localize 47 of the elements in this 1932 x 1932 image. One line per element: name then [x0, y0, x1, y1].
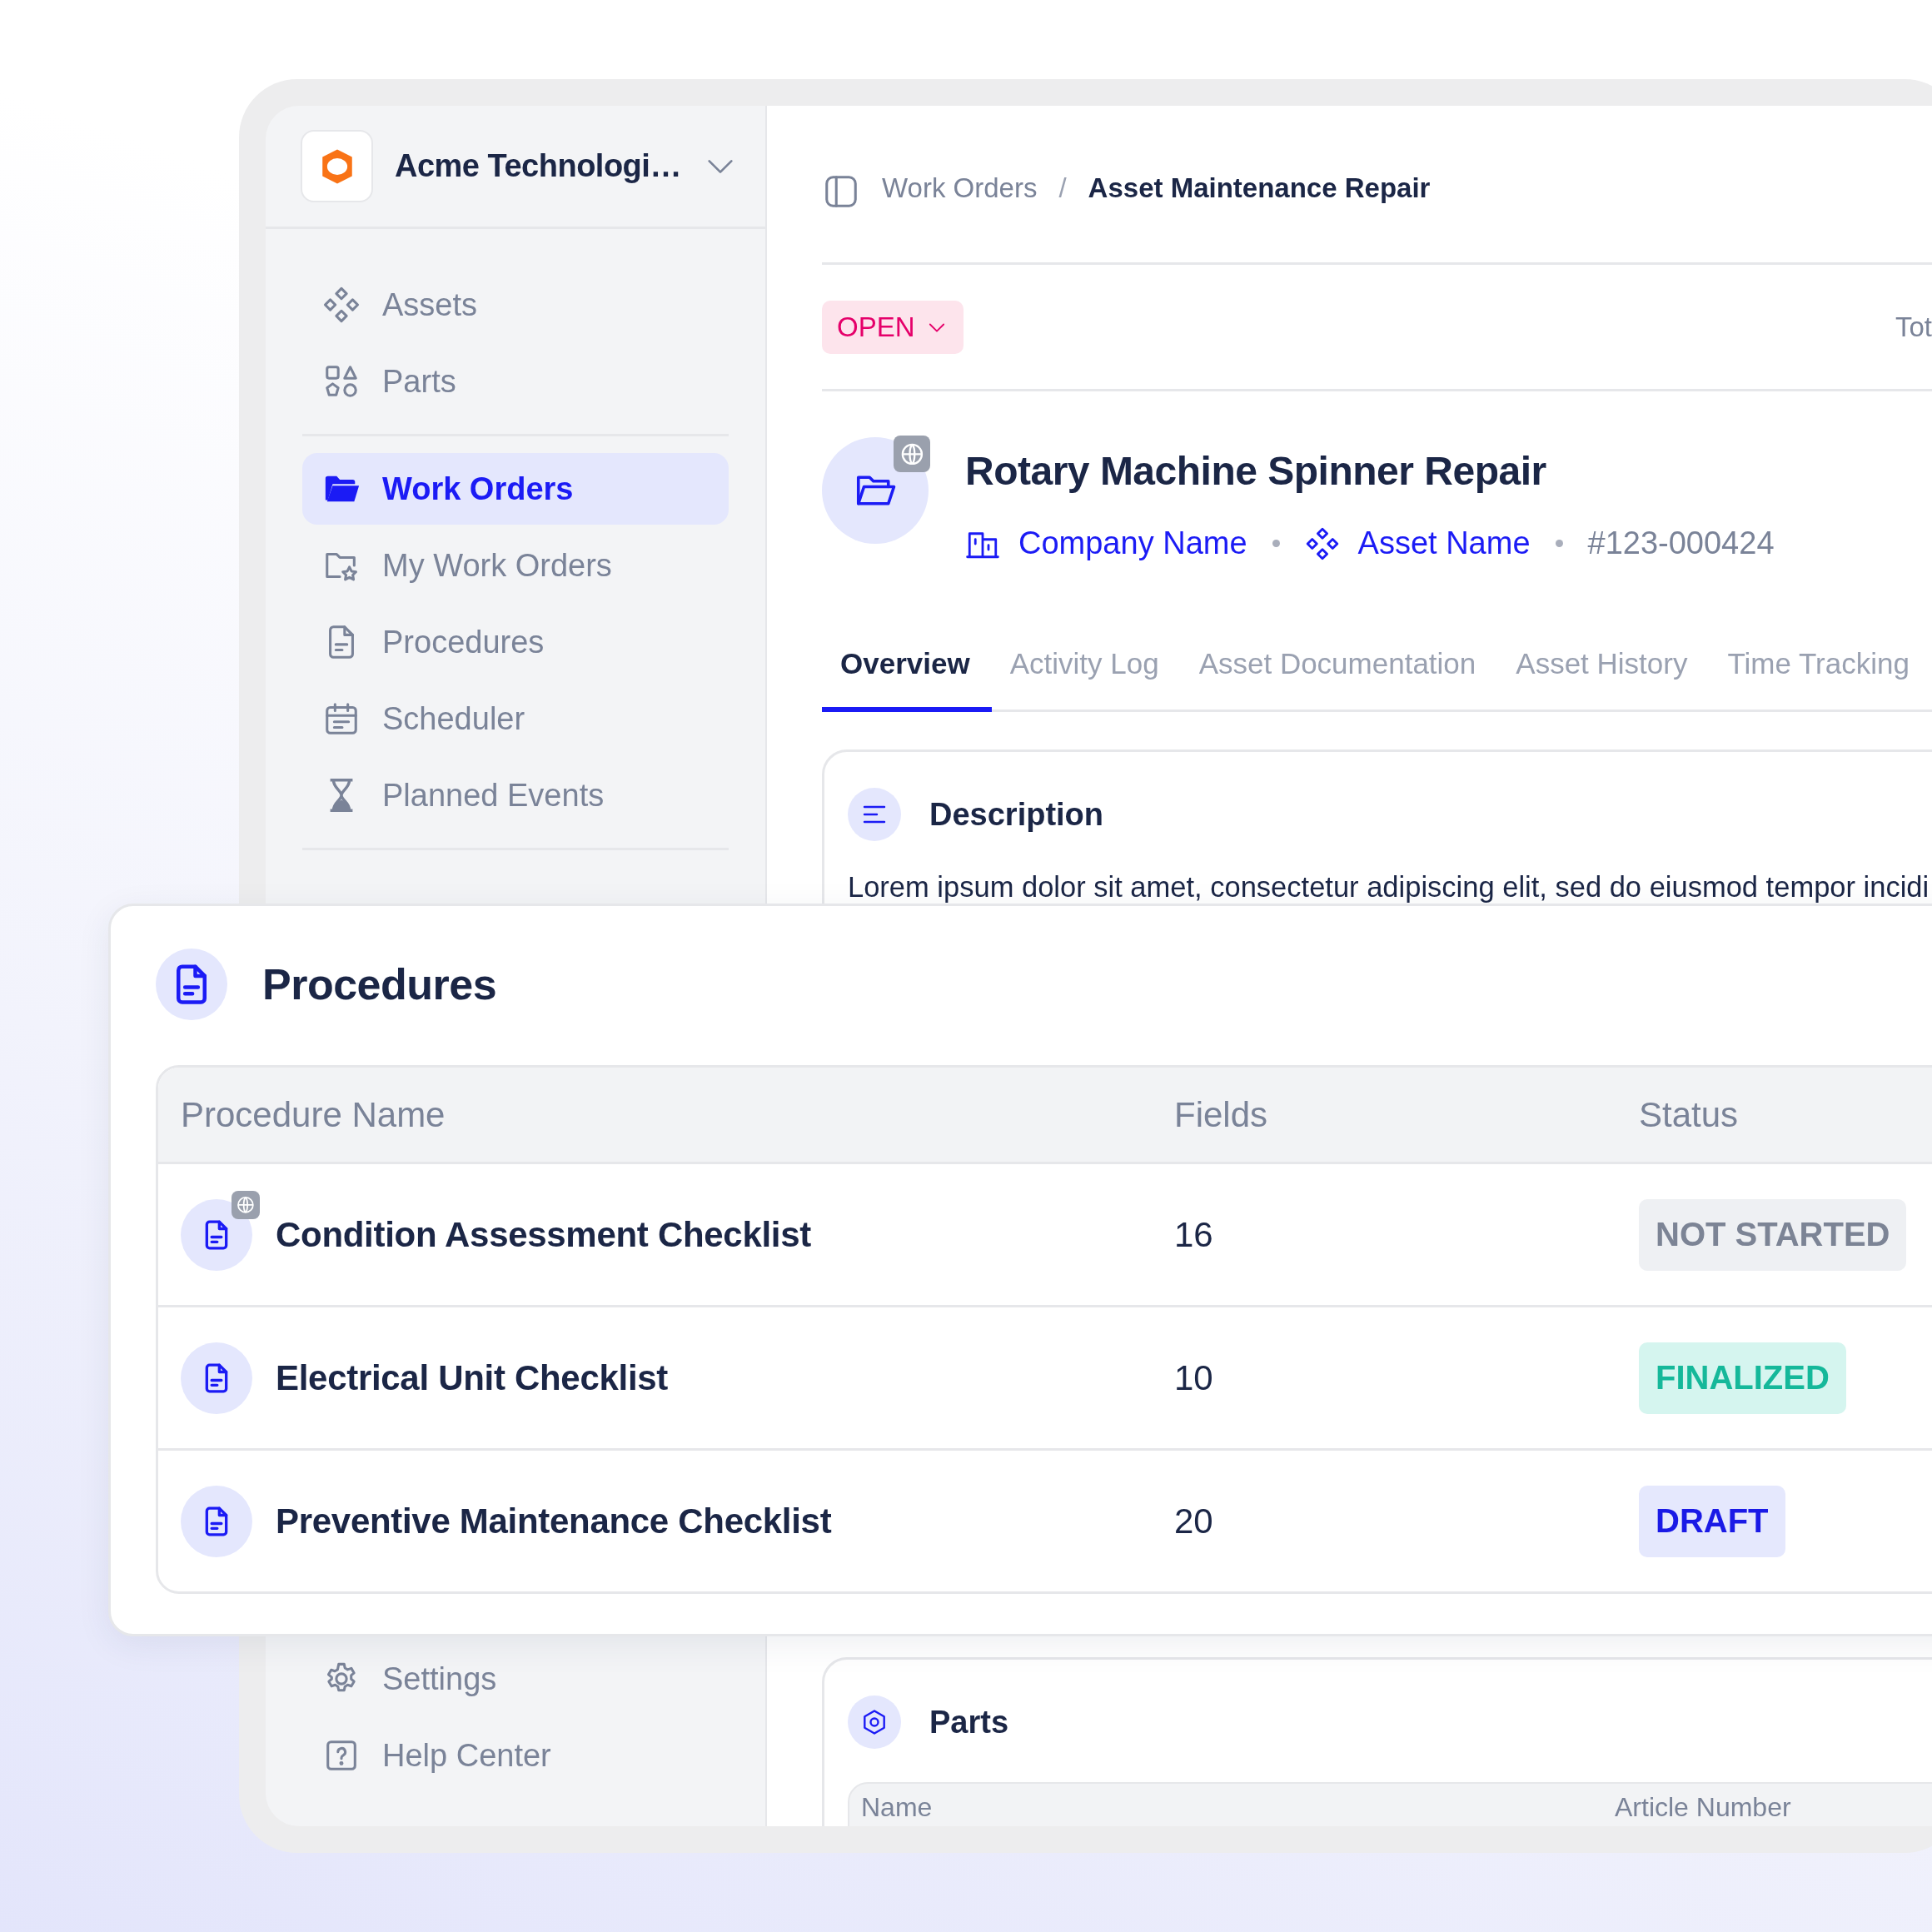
sidebar-item[interactable]: Assets [302, 269, 729, 341]
column-header: Article Number [1615, 1792, 1791, 1824]
procedure-name[interactable]: Preventive Maintenance Checklist [276, 1501, 832, 1541]
tab[interactable]: Asset History [1497, 595, 1710, 712]
organization-name[interactable]: Acme Technologi… [395, 148, 682, 184]
tab[interactable]: Asset Documentation [1180, 595, 1498, 712]
separator-dot [1272, 540, 1280, 547]
breadcrumb-separator: / [1058, 172, 1067, 204]
description-text: Lorem ipsum dolor sit amet, consectetur adipiscing elit, sed do eiusmod tempor incidi [848, 871, 1930, 904]
column-header: Status [1639, 1094, 1740, 1135]
company-link[interactable]: Company Name [1018, 525, 1247, 561]
separator-dot [1555, 540, 1563, 547]
tab[interactable]: Time Tracking [1709, 595, 1931, 712]
sidebar-item[interactable]: My Work Orders [302, 530, 729, 601]
diamonds-icon [322, 286, 361, 324]
card-title: Description [929, 796, 1104, 833]
breadcrumb-link[interactable]: Work Orders [882, 172, 1038, 204]
tab[interactable]: Overview [822, 595, 992, 712]
diamonds-icon [1304, 525, 1340, 561]
sidebar-item[interactable]: Help Center [302, 1720, 729, 1791]
breadcrumb-link[interactable]: Asset Maintenance Repair [1088, 172, 1431, 204]
sidebar-item[interactable]: Scheduler [302, 683, 729, 754]
sidebar-item[interactable]: Planned Events [302, 759, 729, 831]
work-order-number: #123-000424 [1587, 525, 1775, 561]
column-header: Procedure Name [180, 1094, 446, 1135]
tab[interactable]: Activity Log [991, 595, 1181, 712]
sidebar-item[interactable]: Parts [302, 346, 729, 417]
fields-count: 10 [1174, 1357, 1214, 1398]
procedure-name[interactable]: Condition Assessment Checklist [276, 1214, 811, 1255]
panel-title: Procedures [262, 959, 497, 1009]
sidebar-item[interactable]: Settings [302, 1643, 729, 1715]
card-title: Parts [929, 1704, 1009, 1740]
status-badge: DRAFT [1639, 1485, 1785, 1557]
summary-label: Tot [1895, 311, 1932, 343]
column-header: Fields [1174, 1094, 1269, 1135]
status-dropdown[interactable]: OPEN [822, 300, 964, 354]
sidebar-item[interactable]: Work Orders [302, 453, 729, 525]
work-order-title: Rotary Machine Spinner Repair [965, 448, 1547, 494]
fields-count: 20 [1174, 1501, 1214, 1541]
logo-icon [301, 130, 373, 202]
sidebar-item[interactable]: Procedures [302, 606, 729, 678]
fields-count: 16 [1174, 1214, 1214, 1255]
status-badge: NOT STARTED [1639, 1198, 1907, 1271]
asset-link[interactable]: Asset Name [1357, 525, 1531, 561]
column-header: Name [861, 1792, 934, 1824]
status-badge: FINALIZED [1639, 1342, 1846, 1414]
procedure-name[interactable]: Electrical Unit Checklist [276, 1357, 668, 1398]
